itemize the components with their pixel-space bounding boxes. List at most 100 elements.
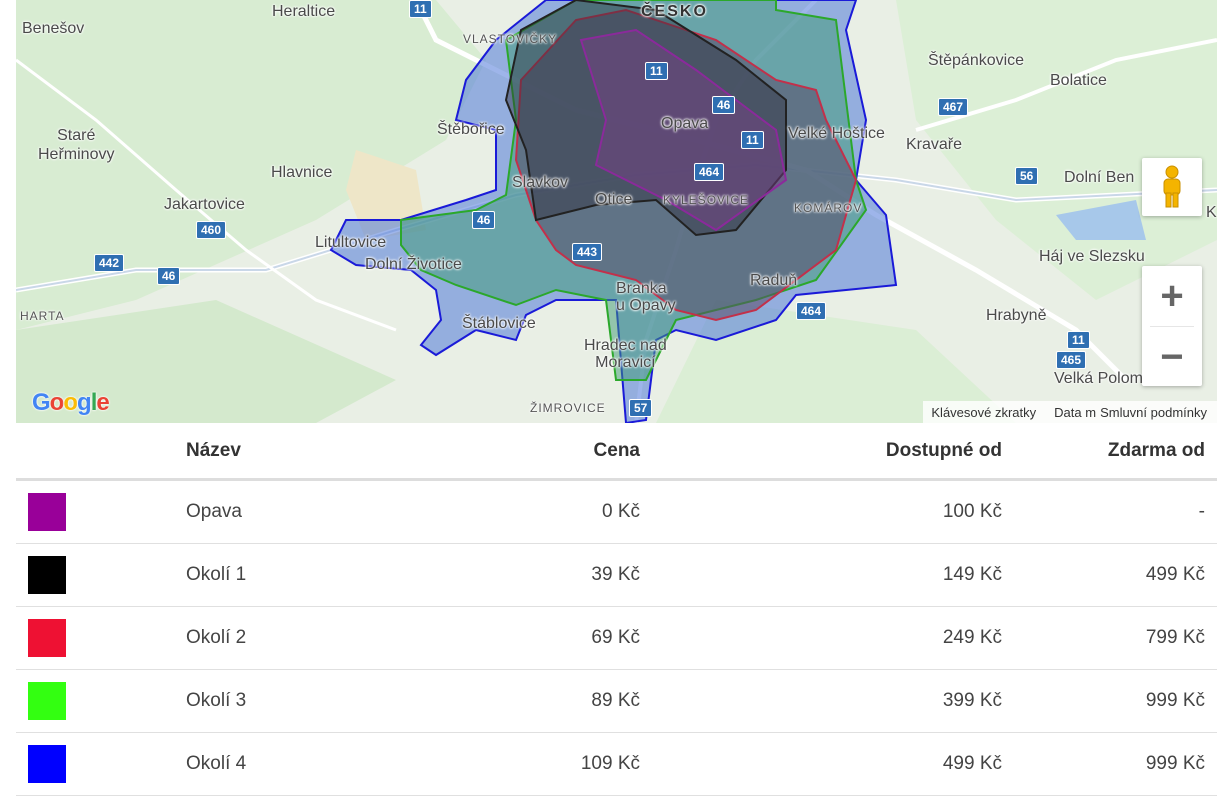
google-logo: Google [32,389,110,416]
road-shield-442: 442 [94,254,125,272]
zone-price: 69 Kč [388,606,652,670]
road-shield-11: 11 [409,0,432,18]
table-row: Okolí 2 69 Kč 249 Kč 799 Kč [16,606,1217,670]
zone-name: Okolí 1 [174,543,388,607]
road-shield-46: 46 [472,211,496,229]
map-label-hrabyne: Hrabyně [986,307,1047,324]
zone-color-swatch [28,619,66,657]
zone-price: 39 Kč [388,543,652,607]
zoom-control: + − [1142,266,1202,386]
terms-link[interactable]: Smluvní podmínky [1100,405,1207,420]
map-label-bolatice: Bolatice [1050,72,1107,89]
road-shield-465: 465 [1056,351,1087,369]
zone-color-swatch [28,556,66,594]
zone-free-from: 799 Kč [1014,606,1217,670]
road-shield-46: 46 [712,96,736,114]
header-free-from: Zdarma od [1014,423,1217,481]
zone-name: Okolí 4 [174,732,388,796]
road-shield-11: 11 [1067,331,1090,349]
road-shield-464: 464 [694,163,725,181]
zone-color-cell [16,479,174,544]
map-label-hradec-nad-moravici: Hradec nad Moravicí [584,337,667,371]
zone-available-from: 249 Kč [652,606,1014,670]
map-label-cesko: ČESKO [641,3,708,20]
zone-color-cell [16,732,174,796]
header-color [16,423,174,481]
zone-color-swatch [28,493,66,531]
map-label-dolni-zivotice: Dolní Životice [365,256,462,273]
header-price: Cena [388,423,652,481]
map-label-hlavnice: Hlavnice [271,164,333,181]
map-label-komarov: KOMÁROV [794,201,863,215]
map-label-kylesovice: KYLEŠOVICE [663,193,750,207]
road-shield-46: 46 [157,267,181,285]
zone-name: Opava [174,479,388,544]
map-label-opava: Opava [661,115,709,132]
zone-available-from: 149 Kč [652,543,1014,607]
map-label-vlastovicky: VLASTOVIČKY [463,32,558,46]
zone-color-cell [16,606,174,670]
zone-free-from: - [1014,479,1217,544]
table-row: Okolí 3 89 Kč 399 Kč 999 Kč [16,669,1217,733]
map-label-benesov: Benešov [22,20,85,37]
zone-price: 109 Kč [388,732,652,796]
road-shield-11: 11 [741,131,764,149]
zoom-out-button[interactable]: − [1142,327,1202,387]
table-row: Okolí 4 109 Kč 499 Kč 999 Kč [16,732,1217,796]
map-label-branka-u-opavy: Branka u Opavy [616,280,676,314]
zone-free-from: 999 Kč [1014,669,1217,733]
zone-name: Okolí 3 [174,669,388,733]
map-label-jakartovice: Jakartovice [164,196,245,213]
road-shield-11: 11 [645,62,668,80]
zones-table-container: Název Cena Dostupné od Zdarma od Opava 0… [16,423,1217,796]
zone-name: Okolí 2 [174,606,388,670]
road-shield-57: 57 [629,399,653,417]
map-label-harta: HARTA [20,309,65,323]
map-label-heraltice: Heraltice [272,3,336,20]
map-label-otice: Otice [595,191,633,208]
map-label-velke-hostice: Velké Hoštice [788,125,885,142]
map-data-link[interactable]: Data m [1054,405,1096,420]
map-label-kravare: Kravaře [906,136,963,153]
zone-color-cell [16,543,174,607]
map-label-haj-ve-slezsku: Háj ve Slezsku [1039,248,1145,265]
map-label-radun: Raduň [750,272,798,289]
map-label-zimrovice: ŽIMROVICE [530,401,606,415]
zone-color-cell [16,669,174,733]
map-label-edge-k: K [1206,204,1217,221]
map-label-slavkov: Slavkov [512,174,569,191]
pegman-icon [1163,165,1181,208]
road-shield-467: 467 [938,98,969,116]
map-label-steborice: Štěbořice [437,121,505,138]
zone-price: 0 Kč [388,479,652,544]
table-row: Opava 0 Kč 100 Kč - [16,479,1217,544]
zone-color-swatch [28,745,66,783]
zone-free-from: 999 Kč [1014,732,1217,796]
map-label-velka-polom: Velká Polom [1054,370,1143,387]
delivery-zones-map[interactable]: Heraltice Benešov VLASTOVIČKY ČESKO Štěp… [16,0,1217,423]
street-view-pegman-button[interactable] [1142,158,1202,216]
map-label-stablovice: Štáblovice [462,315,536,332]
header-available-from: Dostupné od [652,423,1014,481]
zoom-in-button[interactable]: + [1142,266,1202,326]
map-label-stepankovice: Štěpánkovice [928,52,1025,69]
keyboard-shortcuts-link[interactable]: Klávesové zkratky [931,405,1036,420]
zone-available-from: 100 Kč [652,479,1014,544]
map-attribution: Klávesové zkratky Data m Smluvní podmínk… [923,401,1217,423]
map-label-litultovice: Litultovice [315,234,387,251]
table-header-row: Název Cena Dostupné od Zdarma od [16,423,1217,481]
zone-color-swatch [28,682,66,720]
road-shield-56: 56 [1015,167,1039,185]
zone-available-from: 399 Kč [652,669,1014,733]
road-shield-464: 464 [796,302,827,320]
zone-available-from: 499 Kč [652,732,1014,796]
delivery-zones-table: Název Cena Dostupné od Zdarma od Opava 0… [16,423,1217,796]
road-shield-460: 460 [196,221,227,239]
road-shield-443: 443 [572,243,603,261]
header-name: Název [174,423,388,481]
zone-free-from: 499 Kč [1014,543,1217,607]
map-label-dolni-ben: Dolní Ben [1064,169,1135,186]
zone-price: 89 Kč [388,669,652,733]
table-row: Okolí 1 39 Kč 149 Kč 499 Kč [16,543,1217,607]
map-label-stare-herminovy: Staré Heřminovy [38,127,115,163]
